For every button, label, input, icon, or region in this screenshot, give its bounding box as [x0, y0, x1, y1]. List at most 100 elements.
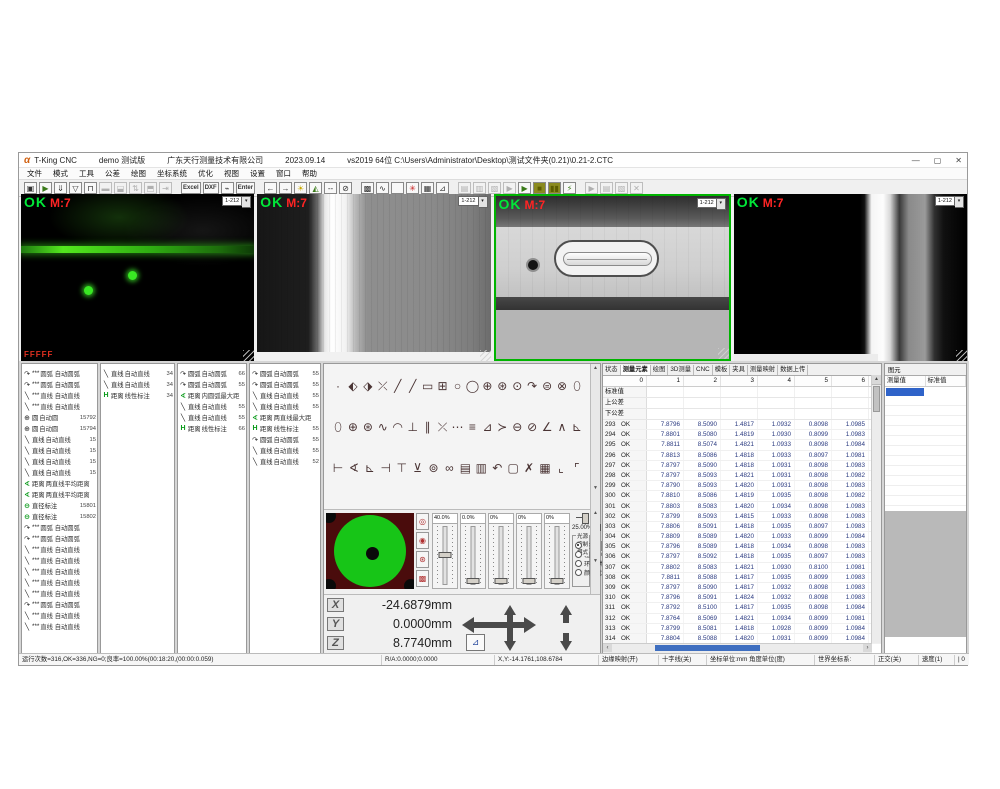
table-row[interactable]: 312OK7.87648.50691.48211.09340.80991.098… [603, 614, 881, 624]
measure-tool-icon[interactable]: ⊤ [395, 462, 409, 475]
table-row[interactable]: 304OK7.88098.50891.48201.09330.80991.098… [603, 532, 881, 542]
measure-item[interactable]: H距离线性标注34 [101, 390, 174, 401]
run-open-button[interactable]: ▶ [39, 182, 52, 194]
resize-grip[interactable] [718, 348, 729, 359]
measure-item[interactable]: ╲直线自动直线15 [22, 467, 97, 478]
light-channel-slider[interactable]: 40.0% [432, 513, 458, 589]
laser-button[interactable]: ✳ [406, 182, 419, 194]
measure-tool-icon[interactable]: ∠ [540, 421, 554, 434]
measure-tool-icon[interactable]: ⊢ [331, 462, 345, 475]
camera-view-2[interactable]: OKM:7 1-212▾ [257, 194, 490, 361]
menu-item-2[interactable]: 模式 [53, 168, 68, 179]
measure-tool-icon[interactable]: ⊥ [406, 421, 420, 434]
excel-export-button[interactable]: Excel [181, 182, 201, 194]
jog-arrows[interactable] [462, 605, 582, 651]
light-mode-option[interactable]: 环形-亮度 [575, 559, 587, 568]
measure-item[interactable]: ↷***圆弧 自动圆弧 [22, 379, 97, 390]
measure-tool-icon[interactable]: ⬯ [570, 380, 584, 393]
measure-item[interactable]: ⊖直径标注15802 [22, 511, 97, 522]
stage-move-button[interactable]: ⬒ [144, 182, 157, 194]
measure-tool-icon[interactable]: ⊣ [379, 462, 393, 475]
light-channel-slider[interactable]: 0% [516, 513, 542, 589]
camera-view-1[interactable]: OKM:7 1-212▾ FFFFF [21, 194, 254, 361]
measure-tool-icon[interactable]: ⊜ [540, 380, 554, 393]
camera-view-3-selected[interactable]: OKM:7 1-212▾ [494, 194, 731, 361]
measure-item[interactable]: ╲直线自动直线55 [178, 412, 246, 423]
chevron-down-icon[interactable]: ▾ [717, 198, 726, 210]
magnifier-button[interactable]: ⊘ [339, 182, 352, 194]
measure-tool-icon[interactable]: ↷ [525, 380, 539, 393]
table-row[interactable]: 295OK7.88118.50741.48211.09330.80981.098… [603, 440, 881, 450]
menu-item-4[interactable]: 公差 [105, 168, 120, 179]
measure-tool-icon[interactable]: ↶ [490, 462, 504, 475]
play-to-end-button[interactable]: ▶ [518, 182, 531, 194]
measure-tool-icon[interactable]: ∧ [555, 421, 569, 434]
measure-tool-icon[interactable]: ▤ [458, 462, 472, 475]
measure-tool-icon[interactable]: ╱ [406, 380, 420, 393]
table-tab-1[interactable]: 状态 [603, 365, 621, 375]
chevron-down-icon[interactable]: ▾ [955, 196, 964, 208]
pattern-button[interactable]: ▩ [361, 182, 374, 194]
chart-button[interactable]: ⊿ [436, 182, 449, 194]
measure-item[interactable]: H距离线性标注66 [178, 423, 246, 434]
resize-grip[interactable] [480, 350, 491, 361]
table-tab-9[interactable]: 数据上传 [778, 365, 808, 375]
run-person-button[interactable]: ⚡ [563, 182, 576, 194]
selected-cell-highlight[interactable] [886, 388, 924, 396]
table-tab-2[interactable]: 测量元素 [621, 365, 651, 375]
measure-tool-icon[interactable]: ▭ [421, 380, 435, 393]
measure-tool-icon[interactable]: ◯ [465, 380, 479, 393]
measure-item[interactable]: ∢距离两直线平均距离 [22, 489, 97, 500]
measure-item[interactable]: ╲***直线 自动直线 [22, 577, 97, 588]
light-mode-option[interactable]: 颜色优化&调节 [575, 568, 587, 577]
table-vertical-scrollbar[interactable]: ▲ [871, 375, 881, 643]
maximize-button[interactable]: ▢ [934, 156, 942, 165]
table-row[interactable]: 311OK7.87928.51001.48171.09350.80981.098… [603, 603, 881, 613]
prev-button[interactable]: ← [264, 182, 277, 194]
blank-button[interactable] [391, 182, 404, 194]
chevron-down-icon[interactable]: ▾ [479, 196, 488, 208]
measure-tool-icon[interactable]: ⊾ [363, 462, 377, 475]
matrix-button[interactable]: ▦ [421, 182, 434, 194]
dash-button[interactable]: -- [324, 182, 337, 194]
menu-item-7[interactable]: 优化 [198, 168, 213, 179]
toolbox-scrollbar[interactable]: ▲▼ [590, 364, 600, 510]
stop-button[interactable]: ■ [533, 182, 546, 194]
menu-item-9[interactable]: 设置 [250, 168, 265, 179]
measure-item[interactable]: H距离线性标注55 [250, 423, 320, 434]
measure-item[interactable]: ╲直线自动直线55 [250, 445, 320, 456]
measure-tool-icon[interactable]: ⊾ [570, 421, 584, 434]
dxf-export-button[interactable]: DXF [203, 182, 219, 194]
play-button[interactable]: ▶ [503, 182, 516, 194]
table-row[interactable]: 309OK7.87978.50901.48171.09320.80981.098… [603, 583, 881, 593]
table-tab-7[interactable]: 夹具 [730, 365, 748, 375]
path-button[interactable]: ▥ [473, 182, 486, 194]
table-tab-6[interactable]: 模板 [713, 365, 731, 375]
measure-item[interactable]: ↷***圆弧 自动圆弧 [22, 533, 97, 544]
pause-button[interactable]: ▮▮ [548, 182, 561, 194]
camera3-selector[interactable]: 1-212 [697, 198, 717, 208]
next-button[interactable]: → [279, 182, 292, 194]
measure-tool-icon[interactable]: ⊛ [495, 380, 509, 393]
measure-tool-icon[interactable]: ∿ [376, 421, 390, 434]
measure-tool-icon[interactable]: ⊕ [346, 421, 360, 434]
capture-button[interactable]: ▣ [24, 182, 37, 194]
measure-tool-icon[interactable]: ○ [451, 380, 465, 393]
light-channel-slider[interactable]: 0.0% [460, 513, 486, 589]
close-button[interactable]: ✕ [955, 156, 962, 165]
measure-item[interactable]: ↷圆弧自动圆弧66 [178, 368, 246, 379]
measure-tool-icon[interactable]: ≡ [465, 421, 479, 434]
measure-tool-icon[interactable]: ⌜ [570, 462, 584, 475]
measure-item[interactable]: ╲直线自动直线15 [22, 445, 97, 456]
measure-item[interactable]: ╲直线自动直线15 [22, 456, 97, 467]
caliper-button[interactable]: ⊓ [84, 182, 97, 194]
measure-item[interactable]: ∢距离内圆弧最大距 [178, 390, 246, 401]
probe-button[interactable]: ▽ [69, 182, 82, 194]
table-row[interactable]: 310OK7.87968.50911.48241.09320.80981.098… [603, 593, 881, 603]
measure-tool-icon[interactable]: ⊚ [427, 462, 441, 475]
measure-item[interactable]: ╲直线自动直线34 [101, 368, 174, 379]
measure-tool-icon[interactable]: ⊿ [480, 421, 494, 434]
resize-grip[interactable] [956, 350, 967, 361]
resize-grip[interactable] [243, 350, 254, 361]
camera4-selector[interactable]: 1-212 [935, 196, 955, 206]
